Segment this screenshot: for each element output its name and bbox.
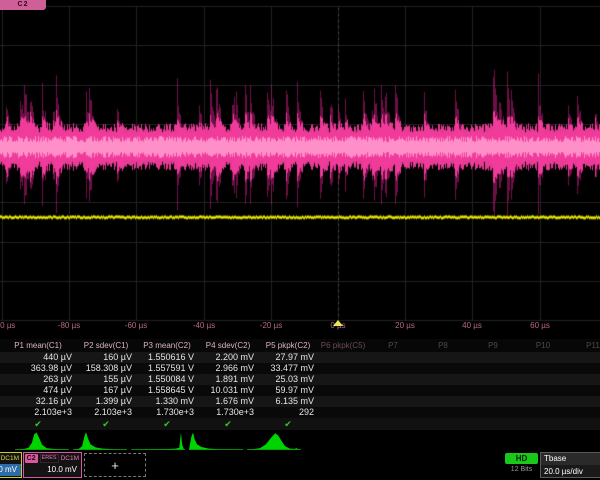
histicon-strip: [0, 431, 600, 451]
add-trace-button[interactable]: +: [84, 453, 146, 477]
status-check-icon: ✔: [258, 418, 318, 430]
hd-bits-label: 12 Bits: [505, 466, 538, 473]
param-value: 1.891 mV: [198, 374, 258, 385]
param-value: 1.730e+3: [136, 407, 198, 418]
time-axis-label: -20 µs: [260, 321, 282, 330]
channel-descriptor-c2[interactable]: C2 ERES DC1M 10.0 mV: [23, 452, 82, 478]
param-header-p6[interactable]: P6 pkpk(C5): [318, 339, 368, 352]
measure-row: 363.98 µV158.308 µV1.557591 V2.966 mV33.…: [0, 363, 600, 374]
histicon-p2[interactable]: [72, 431, 128, 450]
c1-vdiv-value: 10.0 mV: [0, 464, 21, 476]
param-value: 158.308 µV: [76, 363, 136, 374]
c2-coupling-label: DC1M: [61, 453, 79, 464]
c2-channel-chip: C2: [25, 454, 38, 463]
trace-label-tab[interactable]: C2: [0, 0, 46, 10]
param-value: 474 µV: [0, 385, 76, 396]
time-axis-label: 40 µs: [462, 321, 482, 330]
param-header-p5[interactable]: P5 pkpk(C2): [258, 339, 318, 352]
param-value: 2.966 mV: [198, 363, 258, 374]
c2-eres-badge: ERES: [40, 454, 59, 463]
param-value: 440 µV: [0, 352, 76, 363]
plus-icon: +: [111, 458, 119, 473]
time-axis-label: 60 µs: [530, 321, 550, 330]
param-value: 155 µV: [76, 374, 136, 385]
param-value: 32.16 µV: [0, 396, 76, 407]
measure-row: 2.103e+32.103e+31.730e+31.730e+3292: [0, 407, 600, 418]
timebase-descriptor[interactable]: Tbase 20.0 µs/div: [540, 452, 600, 478]
time-axis-label: 20 µs: [395, 321, 415, 330]
param-value: 2.103e+3: [76, 407, 136, 418]
tbase-value: 20.0 µs/div: [541, 465, 600, 477]
status-check-icon: ✔: [136, 418, 198, 430]
param-value: 25.03 mV: [258, 374, 318, 385]
oscilloscope-screen: C2 -100 µs-80 µs-60 µs-40 µs-20 µs0 µs20…: [0, 0, 600, 480]
param-value: 1.676 mV: [198, 396, 258, 407]
param-value: 1.399 µV: [76, 396, 136, 407]
tbase-label: Tbase: [541, 453, 600, 465]
measure-row: 474 µV167 µV1.558645 V10.031 mV59.97 mV: [0, 385, 600, 396]
param-header-p7[interactable]: P7: [368, 339, 418, 352]
param-value: 1.730e+3: [198, 407, 258, 418]
param-value: 27.97 mV: [258, 352, 318, 363]
measure-row: 263 µV155 µV1.550084 V1.891 mV25.03 mV: [0, 374, 600, 385]
channel-descriptor-c1[interactable]: DC1M 10.0 mV: [0, 452, 22, 478]
param-header-p11[interactable]: P11: [568, 339, 600, 352]
histicon-p4[interactable]: [188, 431, 244, 450]
param-value: 2.103e+3: [0, 407, 76, 418]
param-value: 363.98 µV: [0, 363, 76, 374]
trigger-position-marker[interactable]: [333, 320, 343, 326]
param-header-p8[interactable]: P8: [418, 339, 468, 352]
param-value: 1.557591 V: [136, 363, 198, 374]
measurement-table: P1 mean(C1)P2 sdev(C1)P3 mean(C2)P4 sdev…: [0, 339, 600, 430]
time-axis-label: -40 µs: [193, 321, 215, 330]
time-axis-label: -100 µs: [0, 321, 15, 330]
status-check-icon: ✔: [198, 418, 258, 430]
status-check-icon: ✔: [0, 418, 76, 430]
measure-row: 440 µV160 µV1.550616 V2.200 mV27.97 mV: [0, 352, 600, 363]
param-value: 1.330 mV: [136, 396, 198, 407]
param-value: 10.031 mV: [198, 385, 258, 396]
histicon-p3[interactable]: [130, 431, 186, 450]
param-header-p3[interactable]: P3 mean(C2): [136, 339, 198, 352]
c2-vdiv-value: 10.0 mV: [24, 464, 81, 476]
c1-coupling-label: DC1M: [1, 453, 19, 464]
param-value: 167 µV: [76, 385, 136, 396]
time-axis: -100 µs-80 µs-60 µs-40 µs-20 µs0 µs20 µs…: [0, 321, 600, 333]
param-value: 59.97 mV: [258, 385, 318, 396]
param-header-p10[interactable]: P10: [518, 339, 568, 352]
measure-row: 32.16 µV1.399 µV1.330 mV1.676 mV6.135 mV: [0, 396, 600, 407]
param-value: 6.135 mV: [258, 396, 318, 407]
param-value: 2.200 mV: [198, 352, 258, 363]
param-value: 160 µV: [76, 352, 136, 363]
hd-mode-badge[interactable]: HD: [505, 453, 538, 464]
param-header-p2[interactable]: P2 sdev(C1): [76, 339, 136, 352]
histicon-p5[interactable]: [246, 431, 302, 450]
status-check-icon: ✔: [76, 418, 136, 430]
param-value: 292: [258, 407, 318, 418]
param-value: 1.550616 V: [136, 352, 198, 363]
param-header-p4[interactable]: P4 sdev(C2): [198, 339, 258, 352]
param-value: 1.558645 V: [136, 385, 198, 396]
histicon-p1[interactable]: [14, 431, 70, 450]
time-axis-label: -60 µs: [125, 321, 147, 330]
time-axis-label: -80 µs: [58, 321, 80, 330]
waveform-grid-canvas: [0, 0, 600, 332]
param-header-p1[interactable]: P1 mean(C1): [0, 339, 76, 352]
param-value: 1.550084 V: [136, 374, 198, 385]
param-value: 33.477 mV: [258, 363, 318, 374]
bottom-toolbar: DC1M 10.0 mV C2 ERES DC1M 10.0 mV + HD 1…: [0, 452, 600, 480]
param-value: 263 µV: [0, 374, 76, 385]
param-header-p9[interactable]: P9: [468, 339, 518, 352]
